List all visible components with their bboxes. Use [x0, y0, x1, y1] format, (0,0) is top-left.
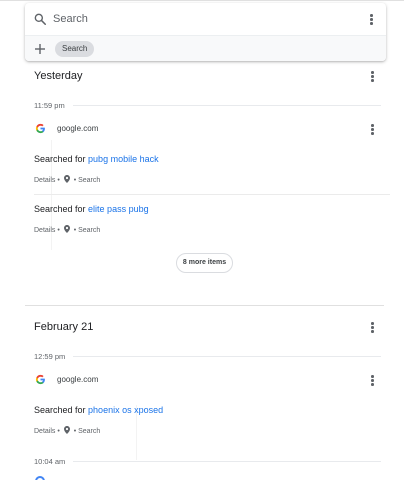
- search-card: Search: [25, 3, 386, 61]
- section-divider: [25, 305, 384, 306]
- search-icon[interactable]: [33, 12, 47, 26]
- section-more-icon[interactable]: [366, 69, 378, 83]
- item-details: Details • • Search: [34, 225, 101, 234]
- activity-type: Search: [78, 227, 101, 234]
- time-divider: [73, 356, 381, 357]
- item-details: Details • • Search: [34, 175, 101, 184]
- site-more-icon[interactable]: [366, 122, 378, 136]
- time-label: 12:59 pm: [34, 352, 66, 361]
- site-name: google.com: [57, 124, 99, 133]
- site-name: google.com: [57, 375, 99, 384]
- location-pin-icon: [63, 175, 70, 183]
- search-row: [25, 3, 386, 35]
- time-divider: [73, 105, 381, 106]
- section-more-icon[interactable]: [366, 320, 378, 334]
- section-title-yesterday: Yesterday: [34, 70, 83, 82]
- item-divider: [34, 194, 390, 195]
- search-activity-item: Searched for phoenix os xposed: [34, 405, 163, 415]
- more-items-button[interactable]: 8 more items: [176, 253, 233, 273]
- time-label: 11:59 pm: [34, 101, 65, 110]
- next-item-icon: [35, 476, 45, 480]
- site-more-icon[interactable]: [366, 373, 378, 387]
- search-more-icon[interactable]: [365, 12, 377, 26]
- search-input[interactable]: [53, 10, 353, 28]
- time-label: 10:04 am: [34, 457, 66, 466]
- searched-for-label: Searched for: [34, 154, 86, 164]
- google-logo-icon: [35, 123, 45, 134]
- activity-type: Search: [78, 428, 101, 435]
- search-activity-item: Searched for elite pass pubg: [34, 204, 149, 214]
- location-pin-icon: [63, 225, 70, 233]
- google-logo-icon: [35, 374, 45, 385]
- filter-row: Search: [25, 35, 386, 61]
- section-title-february-21: February 21: [34, 321, 94, 333]
- details-link[interactable]: Details: [34, 227, 55, 234]
- search-query-link[interactable]: pubg mobile hack: [88, 154, 159, 164]
- search-query-link[interactable]: phoenix os xposed: [88, 405, 163, 415]
- activity-type: Search: [78, 177, 101, 184]
- time-divider: [73, 461, 381, 462]
- searched-for-label: Searched for: [34, 405, 86, 415]
- item-details: Details • • Search: [34, 426, 101, 435]
- filter-chip-search[interactable]: Search: [55, 41, 95, 57]
- add-filter-icon[interactable]: [34, 43, 46, 55]
- details-link[interactable]: Details: [34, 177, 55, 184]
- search-activity-item: Searched for pubg mobile hack: [34, 154, 159, 164]
- location-pin-icon: [63, 426, 70, 434]
- details-link[interactable]: Details: [34, 428, 55, 435]
- searched-for-label: Searched for: [34, 204, 86, 214]
- search-query-link[interactable]: elite pass pubg: [88, 204, 149, 214]
- top-border: [0, 0, 404, 1]
